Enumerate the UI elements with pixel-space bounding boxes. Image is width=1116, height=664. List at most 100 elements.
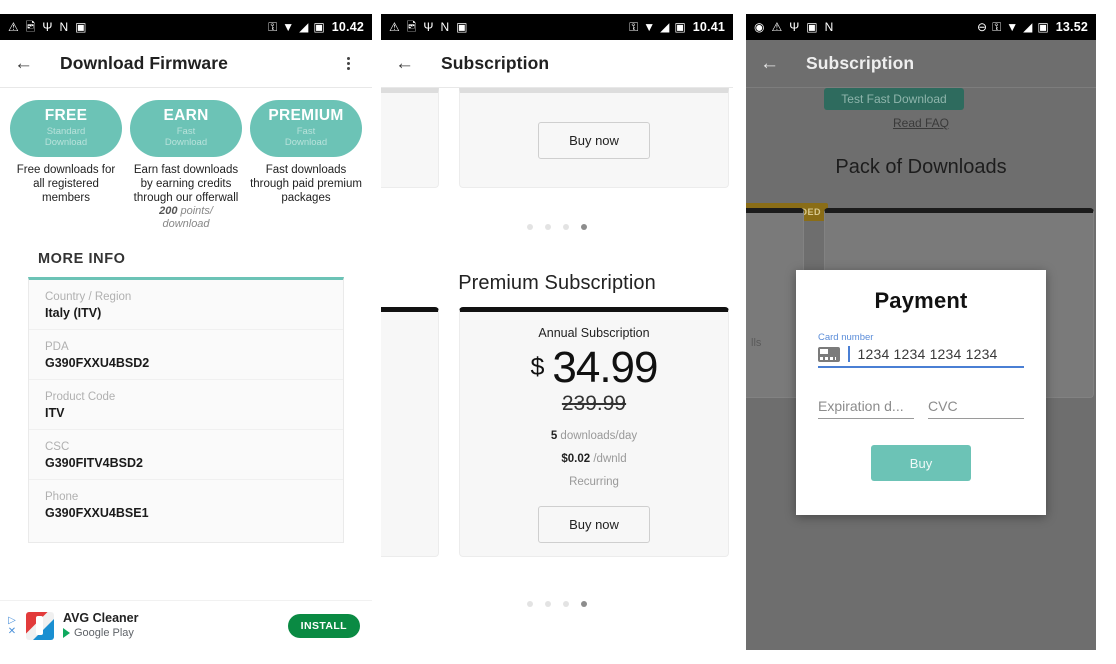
info-value: G390FXXU4BSE1 (45, 506, 149, 520)
pager-dot-active[interactable] (581, 224, 587, 230)
phone-panel-payment-dialog: ◉ ⚠ Ψ ▣ N ⊖ ⚿ ▼ ◢ ▣ 13.52 ← Subscription… (746, 14, 1096, 650)
battery-icon: ▣ (674, 20, 686, 34)
info-value: Italy (ITV) (45, 306, 102, 320)
payment-dialog-title: Payment (874, 288, 968, 313)
status-bar: ⚠ 🖻 Ψ N ▣ ⚿ ▼ ◢ ▣ 10.42 (0, 14, 372, 40)
tier-earn[interactable]: EARN Fast Download Earn fast downloads by… (130, 100, 242, 231)
plan-card-peek[interactable] (381, 307, 439, 557)
tier-free[interactable]: FREE Standard Download Free downloads for… (10, 100, 122, 231)
carousel-card-active[interactable]: Buy now (459, 88, 729, 188)
battery-icon: ▣ (313, 20, 325, 34)
back-arrow-icon[interactable]: ← (14, 53, 44, 75)
tier-earn-desc: Earn fast downloads by earning credits t… (133, 164, 239, 204)
signal-icon: ◢ (660, 20, 670, 34)
tier-premium[interactable]: PREMIUM Fast Download Fast downloads thro… (250, 100, 362, 231)
screenshot-stage: ⚠ 🖻 Ψ N ▣ ⚿ ▼ ◢ ▣ 10.42 ← Download Firmw… (0, 0, 1116, 664)
ad-text: AVG Cleaner Google Play (63, 611, 288, 640)
pager-dot[interactable] (527, 601, 533, 607)
read-faq-link[interactable]: Read FAQ (746, 116, 1096, 130)
pager-dot[interactable] (563, 601, 569, 607)
plan-unit-price: $0.02 /dwnld (460, 453, 728, 465)
subscription-body-dimmed: Test Fast Download Read FAQ Pack of Down… (746, 88, 1096, 650)
expiration-date-input[interactable]: Expiration d... (818, 398, 914, 419)
plan-buy-now-button[interactable]: Buy now (538, 506, 650, 543)
overflow-menu-icon[interactable] (338, 57, 358, 70)
tier-premium-sub: Fast Download (284, 126, 328, 148)
top-carousel-pager[interactable] (381, 224, 733, 230)
tier-free-sub: Standard Download (44, 126, 88, 148)
cvc-input[interactable]: CVC (928, 398, 1024, 419)
subscription-body: Buy now Premium Subscription Annual Subs… (381, 88, 733, 650)
app-bar: ← Download Firmware (0, 40, 372, 88)
info-key: PDA (45, 341, 69, 353)
avg-cleaner-app-icon (26, 611, 54, 640)
tier-premium-name: PREMIUM (268, 107, 344, 124)
plan-card-active[interactable]: Annual Subscription $ 34.99 239.99 5 dow… (459, 307, 729, 557)
pager-dot[interactable] (527, 224, 533, 230)
carousel-card-peek[interactable] (381, 88, 439, 188)
tier-premium-desc: Fast downloads through paid premium pack… (250, 164, 362, 204)
ad-title: AVG Cleaner (63, 611, 139, 625)
section-title-premium-subscription: Premium Subscription (458, 272, 656, 294)
wifi-icon: ▼ (643, 20, 656, 34)
dialog-buy-button[interactable]: Buy (871, 445, 971, 481)
back-arrow-icon[interactable]: ← (395, 53, 425, 75)
plan-currency: $ (530, 353, 545, 381)
page-title: Subscription (806, 53, 915, 73)
buy-now-button[interactable]: Buy now (538, 121, 650, 159)
warning-icon: ⚠ (389, 20, 400, 34)
install-button[interactable]: INSTALL (287, 613, 360, 638)
tier-earn-name: EARN (163, 107, 209, 124)
pager-dot[interactable] (545, 601, 551, 607)
usb-icon: Ψ (42, 20, 53, 34)
tier-earn-pill[interactable]: EARN Fast Download (130, 100, 242, 157)
ad-banner[interactable]: ▷ ✕ AVG Cleaner Google Play INSTALL (0, 600, 372, 650)
tier-free-name: FREE (44, 107, 88, 124)
info-value: ITV (45, 406, 65, 420)
more-info-heading: MORE INFO (38, 251, 126, 267)
test-fast-download-button[interactable]: Test Fast Download (824, 88, 964, 110)
tier-premium-pill[interactable]: PREMIUM Fast Download (250, 100, 362, 157)
tier-earn-points-unit2: download (162, 218, 210, 230)
status-bar-left-icons: ⚠ 🖻 Ψ N ▣ (389, 21, 629, 33)
pager-dot-active[interactable] (581, 601, 587, 607)
plan-recurring: Recurring (569, 476, 619, 488)
info-value: G390FXXU4BSD2 (45, 356, 150, 370)
pager-dot[interactable] (563, 224, 569, 230)
tier-free-pill[interactable]: FREE Standard Download (10, 100, 122, 157)
ad-info-icon[interactable]: ▷ (8, 615, 16, 626)
nfc-icon: N (440, 20, 450, 34)
phone-panel-download-firmware: ⚠ 🖻 Ψ N ▣ ⚿ ▼ ◢ ▣ 10.42 ← Download Firmw… (0, 14, 372, 650)
info-row-product-code: Product Code ITV (29, 380, 343, 430)
card-number-placeholder: 1234 1234 1234 1234 (857, 346, 998, 362)
status-bar-clock: 10.42 (331, 20, 364, 34)
warning-icon: ⚠ (8, 20, 19, 34)
tier-earn-points-unit: points/ (177, 205, 213, 217)
info-row-phone: Phone G390FXXU4BSE1 (29, 480, 343, 529)
vpn-key-icon: ⚿ (629, 20, 639, 34)
partial-downloads-label: lls (751, 337, 762, 349)
phone-panel-subscription-list: ⚠ 🖻 Ψ N ▣ ⚿ ▼ ◢ ▣ 10.41 ← Subscription B… (381, 14, 733, 650)
vpn-key-icon: ⚿ (992, 20, 1002, 34)
page-title: Subscription (441, 53, 550, 73)
status-bar-right-icons: ⚿ ▼ ◢ ▣ 10.42 (268, 20, 364, 34)
status-bar-right-icons: ⚿ ▼ ◢ ▣ 10.41 (629, 20, 725, 34)
plan-unit-price-suffix: /dwnld (590, 453, 627, 465)
ad-controls[interactable]: ▷ ✕ (4, 615, 20, 637)
ad-close-icon[interactable]: ✕ (8, 626, 16, 637)
pager-dot[interactable] (545, 224, 551, 230)
google-play-icon (63, 628, 70, 638)
info-row-csc: CSC G390FITV4BSD2 (29, 430, 343, 480)
plan-price: 34.99 (552, 343, 658, 392)
back-arrow-icon[interactable]: ← (760, 53, 790, 75)
nfc-icon: N (59, 20, 69, 34)
sdcard-icon: ▣ (75, 20, 87, 34)
payment-dialog: Payment Card number 1234 1234 1234 1234 … (796, 270, 1046, 515)
bottom-carousel-pager[interactable] (381, 601, 733, 607)
info-key: Product Code (45, 391, 116, 403)
info-row-country: Country / Region Italy (ITV) (29, 280, 343, 330)
plan-unit-price-value: $0.02 (561, 453, 591, 465)
image-icon: 🖻 (25, 20, 36, 34)
plan-quota-unit: downloads/day (557, 430, 638, 442)
card-number-input[interactable]: 1234 1234 1234 1234 (818, 346, 1024, 368)
